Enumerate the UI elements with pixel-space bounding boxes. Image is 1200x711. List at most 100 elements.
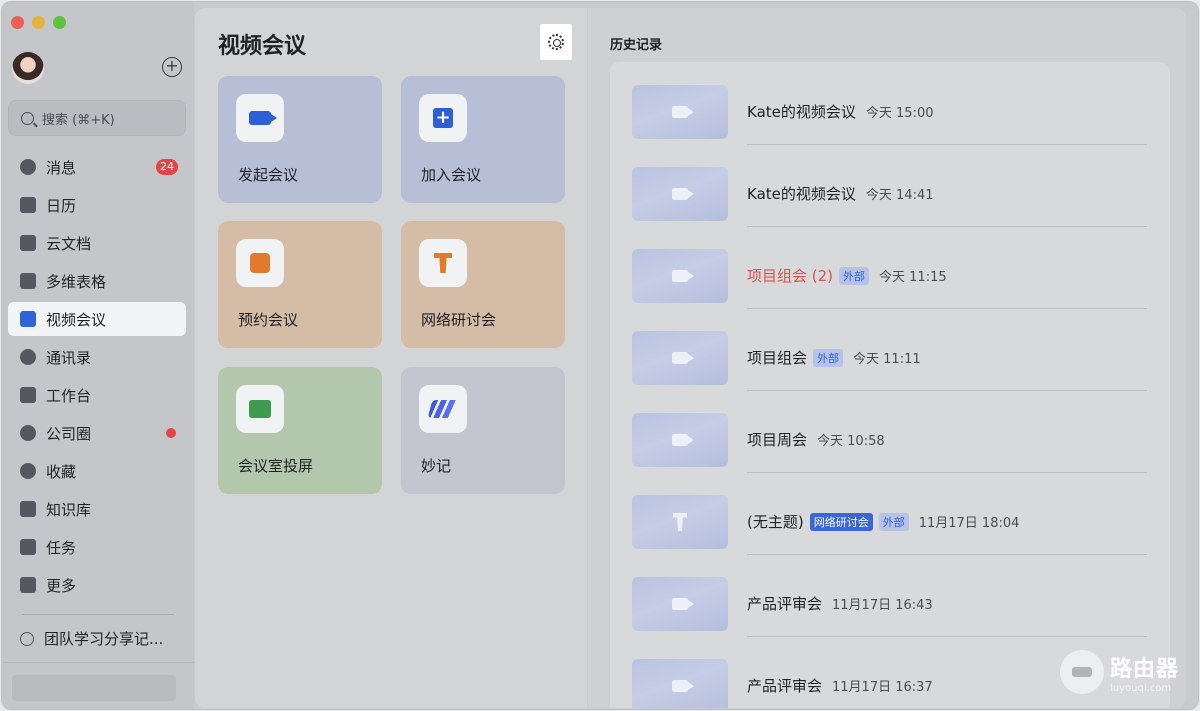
sidebar-item-docs[interactable]: 云文档 [8, 226, 186, 260]
meeting-name: 项目周会 [747, 431, 808, 449]
video-camera-icon [672, 270, 694, 282]
search-icon [21, 111, 34, 125]
blurred-area [12, 675, 176, 701]
table-icon [20, 273, 36, 289]
join-meeting-tile[interactable]: + 加入会议 [401, 76, 565, 203]
meeting-name: 项目组会 (2) [747, 267, 834, 285]
minutes-icon [427, 400, 459, 418]
tile-icon-box: + [419, 94, 467, 142]
maximize-window-button[interactable] [53, 16, 66, 29]
meeting-time: 今天 15:00 [865, 106, 934, 121]
sidebar-item-video-meeting[interactable]: 视频会议 [8, 302, 186, 336]
history-info: (无主题) 网络研讨会 外部 11月17日 18:04 [747, 511, 1019, 532]
meeting-name: Kate的视频会议 [747, 103, 856, 121]
page-title: 视频会议 [218, 34, 307, 59]
history-row[interactable]: 项目组会 外部 今天 11:11 [610, 308, 1170, 391]
sidebar-footer [2, 662, 194, 709]
meeting-time: 今天 14:41 [865, 188, 934, 203]
external-tag: 外部 [839, 266, 870, 285]
meeting-thumbnail [632, 167, 728, 221]
settings-button[interactable] [540, 24, 572, 60]
grid-icon [20, 387, 36, 403]
history-row[interactable]: 项目周会 今天 10:58 [610, 390, 1170, 473]
sidebar-link-item[interactable]: 团队学习分享记... [17, 628, 164, 649]
history-row[interactable]: (无主题) 网络研讨会 外部 11月17日 18:04 [610, 472, 1170, 555]
calendar-icon [250, 253, 270, 273]
sidebar-item-moments[interactable]: 公司圈 [8, 416, 186, 450]
avatar[interactable] [12, 52, 44, 84]
sidebar-item-label: 公司圈 [46, 424, 92, 443]
tile-label: 预约会议 [238, 311, 299, 329]
history-info: Kate的视频会议 今天 15:00 [747, 101, 934, 122]
plus-icon: + [433, 108, 453, 128]
tile-icon-box [236, 385, 284, 433]
sidebar-item-label: 工作台 [46, 386, 92, 405]
history-list: Kate的视频会议 今天 15:00 Kate的视频会议 今天 14:41 项目… [610, 62, 1170, 708]
history-row[interactable]: 产品评审会 11月17日 16:43 [610, 554, 1170, 637]
sidebar-item-more[interactable]: 更多 [8, 568, 186, 602]
history-row[interactable]: Kate的视频会议 今天 14:41 [610, 144, 1170, 227]
close-window-button[interactable] [11, 16, 24, 29]
webinar-tile[interactable]: 网络研讨会 [401, 221, 565, 348]
router-icon [1060, 650, 1104, 694]
sidebar-item-base[interactable]: 多维表格 [8, 264, 186, 298]
meeting-name: (无主题) [747, 513, 804, 531]
app-window: + 搜索 (⌘+K) 消息 24 日历 云文档 多维表格 视频会议 通讯录 工作… [1, 1, 1199, 710]
meeting-thumbnail [632, 85, 728, 139]
sidebar-item-label: 更多 [46, 576, 77, 595]
tile-label: 网络研讨会 [421, 311, 497, 329]
video-camera-icon [20, 311, 36, 327]
meeting-thumbnail [632, 331, 728, 385]
meeting-thumbnail [632, 659, 728, 708]
meeting-thumbnail [632, 577, 728, 631]
meeting-panel: 视频会议 发起会议 + 加入会议 预约会议 网络研讨会 会议室投屏 妙记 [195, 8, 587, 708]
sidebar-item-label: 视频会议 [46, 310, 107, 329]
sidebar-item-label: 通讯录 [46, 348, 92, 367]
sidebar-link-label: 团队学习分享记... [44, 630, 164, 648]
watermark-url: luyouqi.com [1110, 682, 1172, 694]
history-row[interactable]: 项目组会 (2) 外部 今天 11:15 [610, 226, 1170, 309]
meeting-thumbnail [632, 495, 728, 549]
book-icon [20, 501, 36, 517]
planet-icon [20, 425, 36, 441]
sidebar-item-workplace[interactable]: 工作台 [8, 378, 186, 412]
tile-icon-box [236, 239, 284, 287]
sidebar-item-favorites[interactable]: 收藏 [8, 454, 186, 488]
meeting-name: 项目组会 [747, 349, 808, 367]
meeting-time: 11月17日 18:04 [918, 516, 1020, 531]
link-icon [17, 628, 37, 649]
minimize-window-button[interactable] [32, 16, 45, 29]
start-meeting-tile[interactable]: 发起会议 [218, 76, 382, 203]
tile-icon-box [419, 385, 467, 433]
sidebar-item-contacts[interactable]: 通讯录 [8, 340, 186, 374]
screen-share-icon [249, 400, 271, 418]
history-title: 历史记录 [610, 38, 663, 53]
meeting-thumbnail [632, 413, 728, 467]
checkmark-icon [20, 539, 36, 555]
add-icon[interactable]: + [162, 57, 182, 77]
schedule-meeting-tile[interactable]: 预约会议 [218, 221, 382, 348]
meeting-name: 产品评审会 [747, 677, 823, 695]
sidebar-item-label: 日历 [46, 196, 77, 215]
history-info: Kate的视频会议 今天 14:41 [747, 183, 934, 204]
sidebar-item-calendar[interactable]: 日历 [8, 188, 186, 222]
tile-label: 加入会议 [421, 166, 482, 184]
watermark-text: 路由器 luyouqi.com [1110, 651, 1179, 694]
watermark-title: 路由器 [1110, 656, 1180, 682]
star-icon [20, 463, 36, 479]
room-casting-tile[interactable]: 会议室投屏 [218, 367, 382, 494]
meeting-time: 11月17日 16:37 [832, 680, 933, 695]
minutes-tile[interactable]: 妙记 [401, 367, 565, 494]
sidebar-item-messages[interactable]: 消息 24 [8, 150, 186, 184]
sidebar-item-wiki[interactable]: 知识库 [8, 492, 186, 526]
search-input[interactable]: 搜索 (⌘+K) [8, 100, 186, 136]
sidebar-item-tasks[interactable]: 任务 [8, 530, 186, 564]
meeting-thumbnail [632, 249, 728, 303]
history-row[interactable]: Kate的视频会议 今天 15:00 [610, 62, 1170, 145]
history-info: 项目组会 (2) 外部 今天 11:15 [747, 265, 947, 286]
video-camera-icon [672, 106, 694, 118]
watermark-logo: 路由器 luyouqi.com [1060, 650, 1179, 694]
tile-label: 妙记 [421, 457, 452, 475]
meeting-time: 今天 11:11 [853, 352, 921, 367]
notification-dot [166, 428, 176, 438]
